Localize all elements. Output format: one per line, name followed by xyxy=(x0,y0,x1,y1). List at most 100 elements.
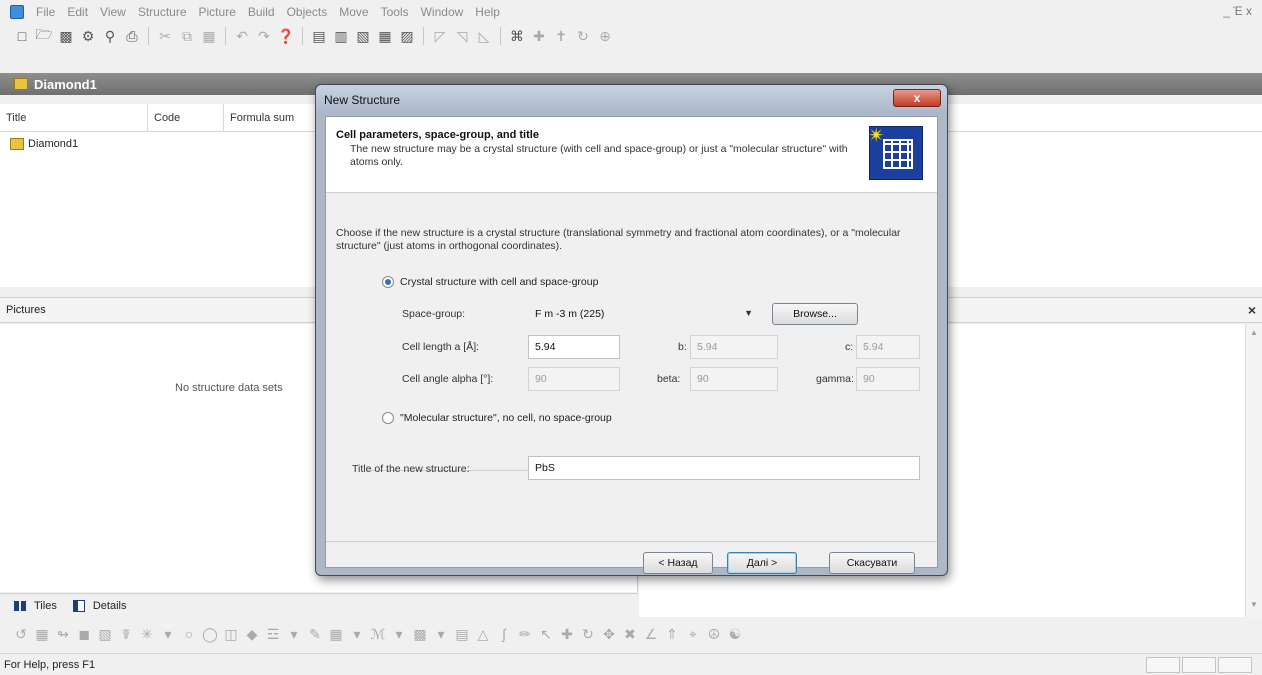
scroll-down-icon[interactable]: ▼ xyxy=(1250,600,1258,609)
structure-title-input[interactable]: PbS xyxy=(528,456,920,480)
tool-icon[interactable]: ☯ xyxy=(726,626,744,643)
column-code[interactable]: Code xyxy=(148,104,224,132)
sphere-tool-icon[interactable]: ○ xyxy=(180,626,198,642)
cell-gamma-input[interactable]: 90 xyxy=(856,367,920,391)
vertical-scrollbar[interactable]: ▲ ▼ xyxy=(1245,324,1262,617)
radio-molecular-indicator[interactable] xyxy=(382,412,394,424)
cell-beta-input[interactable]: 90 xyxy=(690,367,778,391)
menu-view[interactable]: View xyxy=(94,5,132,19)
rotate-tool-icon[interactable]: ↻ xyxy=(579,626,597,643)
dropdown-icon[interactable]: ▾ xyxy=(432,626,450,643)
translate-tool-icon[interactable]: ✥ xyxy=(600,626,618,643)
angle-tool-icon[interactable]: ∠ xyxy=(642,626,660,643)
find-icon[interactable]: ⚙ xyxy=(78,26,98,46)
menu-edit[interactable]: Edit xyxy=(61,5,94,19)
column-title[interactable]: Title xyxy=(0,104,148,132)
context-help-icon[interactable]: ❓ xyxy=(276,26,296,46)
tab-tiles[interactable]: Tiles xyxy=(14,600,57,612)
measure-tool-icon[interactable]: ℳ xyxy=(369,626,387,643)
scroll-up-icon[interactable]: ▲ xyxy=(1250,328,1258,337)
open-folder-icon[interactable]: 🗁 xyxy=(34,26,54,46)
redo-icon[interactable]: ↷ xyxy=(254,26,274,46)
cut-icon[interactable]: ✂ xyxy=(155,26,175,46)
cell-b-input[interactable]: 5.94 xyxy=(690,335,778,359)
powder-pattern-icon[interactable]: ▧ xyxy=(353,26,373,46)
add-atom-icon[interactable]: ✚ xyxy=(529,26,549,46)
radio-crystal-structure[interactable]: Crystal structure with cell and space-gr… xyxy=(382,276,598,288)
menu-structure[interactable]: Structure xyxy=(132,5,193,19)
structure-list-icon[interactable]: ▥ xyxy=(331,26,351,46)
plane-tool-icon[interactable]: ▩ xyxy=(411,626,429,643)
undo-icon[interactable]: ↶ xyxy=(232,26,252,46)
browse-button[interactable]: Browse... xyxy=(772,303,858,325)
ellipsoid-tool-icon[interactable]: ◯ xyxy=(201,626,219,643)
network-tool-icon[interactable]: ☲ xyxy=(264,626,282,643)
radio-crystal-indicator[interactable] xyxy=(382,276,394,288)
menu-move[interactable]: Move xyxy=(333,5,374,19)
menu-help[interactable]: Help xyxy=(469,5,506,19)
torsion-tool-icon[interactable]: ⌖ xyxy=(684,626,702,643)
dropdown-icon[interactable]: ▾ xyxy=(285,626,303,643)
zoom-icon[interactable]: ⊕ xyxy=(595,26,615,46)
paste-icon[interactable]: ▦ xyxy=(199,26,219,46)
build-bonds-icon[interactable]: ◺ xyxy=(474,26,494,46)
cell-alpha-input[interactable]: 90 xyxy=(528,367,620,391)
cell-a-input[interactable]: 5.94 xyxy=(528,335,620,359)
symmetry-icon[interactable]: ⌘ xyxy=(507,26,527,46)
cell-tool-icon[interactable]: ◫ xyxy=(222,626,240,643)
arrow-up-tool-icon[interactable]: ⇑ xyxy=(663,626,681,643)
table-tool-icon[interactable]: ▦ xyxy=(327,626,345,643)
new-file-icon[interactable]: □ xyxy=(12,26,32,46)
select-tool-icon[interactable]: ↺ xyxy=(12,626,30,643)
radio-molecular-structure[interactable]: "Molecular structure", no cell, no space… xyxy=(382,412,612,424)
tab-details[interactable]: Details xyxy=(72,599,126,612)
grid-tool-icon[interactable]: ▧ xyxy=(96,626,114,643)
structure-table-icon[interactable]: ▨ xyxy=(397,26,417,46)
dropdown-icon[interactable]: ▾ xyxy=(348,626,366,643)
menu-build[interactable]: Build xyxy=(242,5,281,19)
bonds-tool-icon[interactable]: ▦ xyxy=(33,626,51,643)
cell-c-input[interactable]: 5.94 xyxy=(856,335,920,359)
arrow-tool-icon[interactable]: ↬ xyxy=(54,626,72,643)
group-tool-icon[interactable]: ◼ xyxy=(75,626,93,643)
rotate-icon[interactable]: ↻ xyxy=(573,26,593,46)
menu-window[interactable]: Window xyxy=(415,5,470,19)
cancel-button[interactable]: Скасувати xyxy=(829,552,915,574)
triangle-tool-icon[interactable]: △ xyxy=(474,626,492,643)
copy-icon[interactable]: ⧉ xyxy=(177,26,197,46)
molecule-tool-icon[interactable]: ☤ xyxy=(117,626,135,643)
dropdown-icon[interactable]: ▾ xyxy=(159,626,177,643)
back-button[interactable]: < Назад xyxy=(643,552,713,574)
mdi-window-controls[interactable]: _ Έ x xyxy=(1223,4,1252,18)
next-button[interactable]: Далі > xyxy=(727,552,797,574)
menu-file[interactable]: File xyxy=(30,5,61,19)
pointer-tool-icon[interactable]: ↖ xyxy=(537,626,555,643)
curve-tool-icon[interactable]: ∫ xyxy=(495,626,513,642)
dialog-close-button[interactable]: x xyxy=(893,89,941,107)
structure-data-icon[interactable]: ▤ xyxy=(309,26,329,46)
label-tool-icon[interactable]: ✎ xyxy=(306,626,324,643)
star-tool-icon[interactable]: ✳ xyxy=(138,626,156,643)
save-icon[interactable]: ▩ xyxy=(56,26,76,46)
brush-tool-icon[interactable]: ✏ xyxy=(516,626,534,643)
move-tool-icon[interactable]: ✚ xyxy=(558,626,576,643)
add-bond-icon[interactable]: ✝ xyxy=(551,26,571,46)
mirror-tool-icon[interactable]: ✖ xyxy=(621,626,639,643)
space-group-select[interactable]: F m -3 m (225) ▼ xyxy=(528,302,760,326)
menu-objects[interactable]: Objects xyxy=(281,5,334,19)
wizard-step-description: The new structure may be a crystal struc… xyxy=(350,143,848,168)
structure-grid-icon[interactable]: ▦ xyxy=(375,26,395,46)
print-preview-icon[interactable]: ⚲ xyxy=(100,26,120,46)
close-icon[interactable]: × xyxy=(1248,302,1256,318)
menu-tools[interactable]: Tools xyxy=(375,5,415,19)
build-cell-icon[interactable]: ◸ xyxy=(430,26,450,46)
dialog-title-bar[interactable]: New Structure x xyxy=(316,85,947,115)
print-icon[interactable]: ⎙ xyxy=(122,26,142,46)
menu-picture[interactable]: Picture xyxy=(193,5,242,19)
build-atoms-icon[interactable]: ◹ xyxy=(452,26,472,46)
tool-icon[interactable]: ☮ xyxy=(705,626,723,643)
dropdown-icon[interactable]: ▾ xyxy=(390,626,408,643)
chevron-down-icon[interactable]: ▼ xyxy=(744,308,753,318)
polyhedron-tool-icon[interactable]: ◆ xyxy=(243,626,261,643)
chart-tool-icon[interactable]: ▤ xyxy=(453,626,471,643)
